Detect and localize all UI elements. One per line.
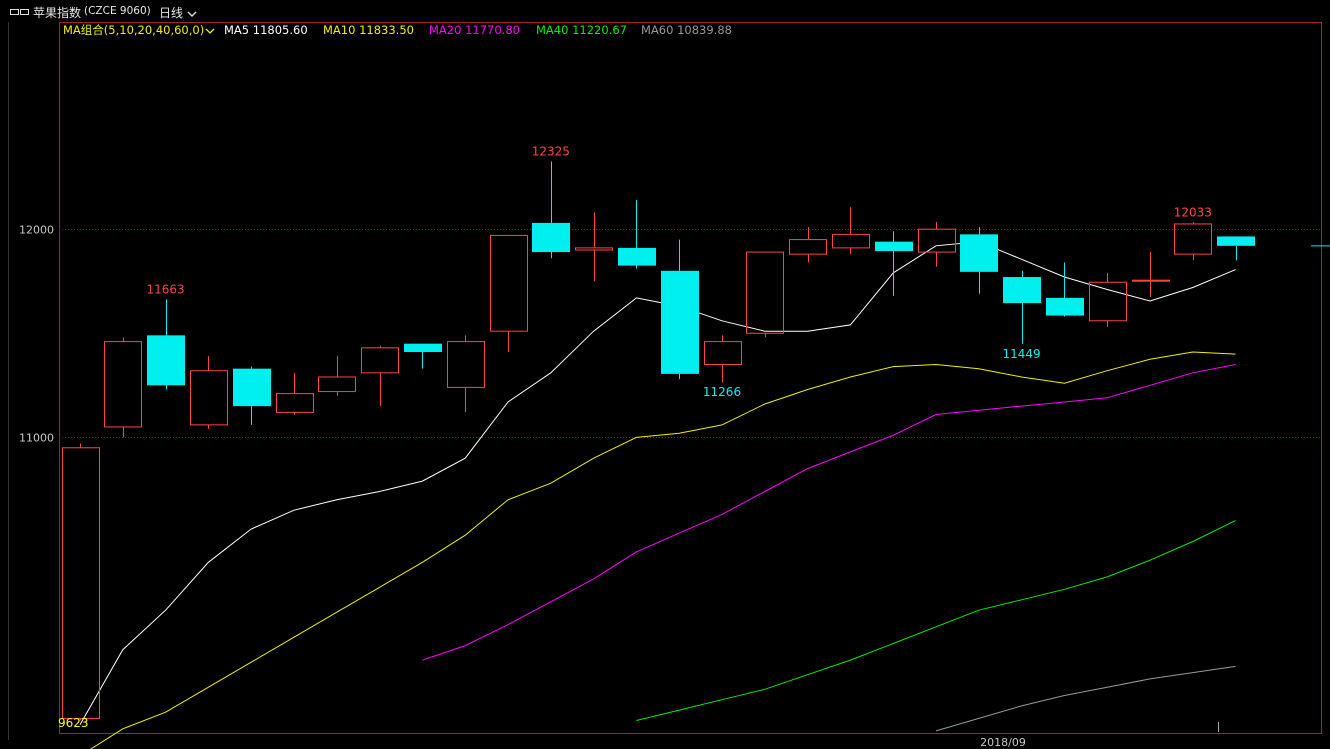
candle-body-up [1132,279,1170,282]
candle[interactable] [404,343,442,369]
candle-body-down [1046,297,1084,316]
candle-body-down [233,368,271,407]
candle-body-down [147,335,185,386]
moving-average-lines [79,241,1236,749]
ma10-legend-value: MA10 11833.50 [323,23,414,37]
candles[interactable] [62,161,1330,721]
candle[interactable] [1132,252,1170,297]
candle[interactable] [704,335,742,382]
candle-body-down [618,247,656,266]
y-tick-label: 12000 [19,224,54,237]
price-annotations: 11663 12325 11266 11449 12033 9623 [58,144,1212,730]
candle[interactable] [1046,262,1084,317]
candle-body-up [276,393,314,413]
candle-body-down [661,270,699,374]
candle-body-up [1089,281,1127,322]
candle[interactable] [1089,272,1127,328]
candle-body-up [447,341,485,388]
ma20-line [422,364,1236,661]
candle-body-up [746,251,784,334]
price-annotation: 12033 [1174,205,1212,219]
candle[interactable] [361,345,399,407]
candle-body-up [190,370,228,426]
price-annotation: 11663 [147,282,185,296]
candle[interactable] [575,212,613,282]
price-annotation: 9623 [58,716,89,730]
candle[interactable] [1003,270,1041,344]
ma60-legend-value: MA60 10839.88 [641,23,732,37]
candle-body-down [404,343,442,352]
candle-body-up [789,239,827,255]
candle[interactable] [618,200,656,269]
candle-body-down [1003,277,1041,304]
candle[interactable] [960,227,998,294]
candle-body-up [1174,223,1212,255]
ma40-legend-value: MA40 11220.67 [536,23,627,37]
candle[interactable] [746,251,784,338]
candle[interactable] [661,239,699,380]
ma-legend: MA组合(5,10,20,40,60,0) MA5 11805.60 MA10 11… [63,23,732,37]
candle[interactable] [490,234,528,352]
candle-body-up [918,228,956,253]
candle-body-up [832,233,870,249]
candle-body-up [104,341,142,428]
candle-body-down [1217,236,1255,246]
x-month-label: 2018/09 [980,736,1026,749]
candle-body-up [704,341,742,365]
candle-body-down [960,234,998,272]
candle-body-up [318,376,356,393]
candle[interactable] [147,299,185,390]
candle[interactable] [276,372,314,415]
candle[interactable] [318,356,356,396]
candle[interactable] [104,337,142,438]
candle[interactable] [447,335,485,413]
chart-frame [8,22,1322,740]
ma5-legend-value: MA5 11805.60 [224,23,308,37]
candle-body-down [875,241,913,252]
candle[interactable] [1174,222,1212,261]
candle[interactable] [190,356,228,430]
candle[interactable] [532,161,570,259]
ma-group-label[interactable]: MA组合(5,10,20,40,60,0) [63,23,204,37]
ma60-line [935,665,1236,732]
candle[interactable] [1217,236,1255,261]
price-annotation: 11449 [1003,347,1041,361]
y-tick-label: 11000 [19,432,54,445]
candle-body-up [490,234,528,332]
ma10-line [89,351,1236,749]
ma20-legend-value: MA20 11770.80 [429,23,520,37]
price-annotation: 11266 [703,385,741,399]
candle[interactable] [233,366,271,425]
candle-body-up [361,347,399,374]
ma40-line [636,520,1236,721]
price-annotation: 12325 [532,144,570,158]
chevron-down-icon [205,28,215,34]
candle[interactable] [789,227,827,263]
candle-body-down [532,222,570,253]
candle-body-up [62,447,100,719]
candle-body-up [575,247,613,251]
candle[interactable] [62,443,100,721]
candle[interactable] [832,207,870,255]
candlestick-chart[interactable]: 12000 11000 2018/09 11663 12325 11266 11449 12… [0,0,1330,749]
